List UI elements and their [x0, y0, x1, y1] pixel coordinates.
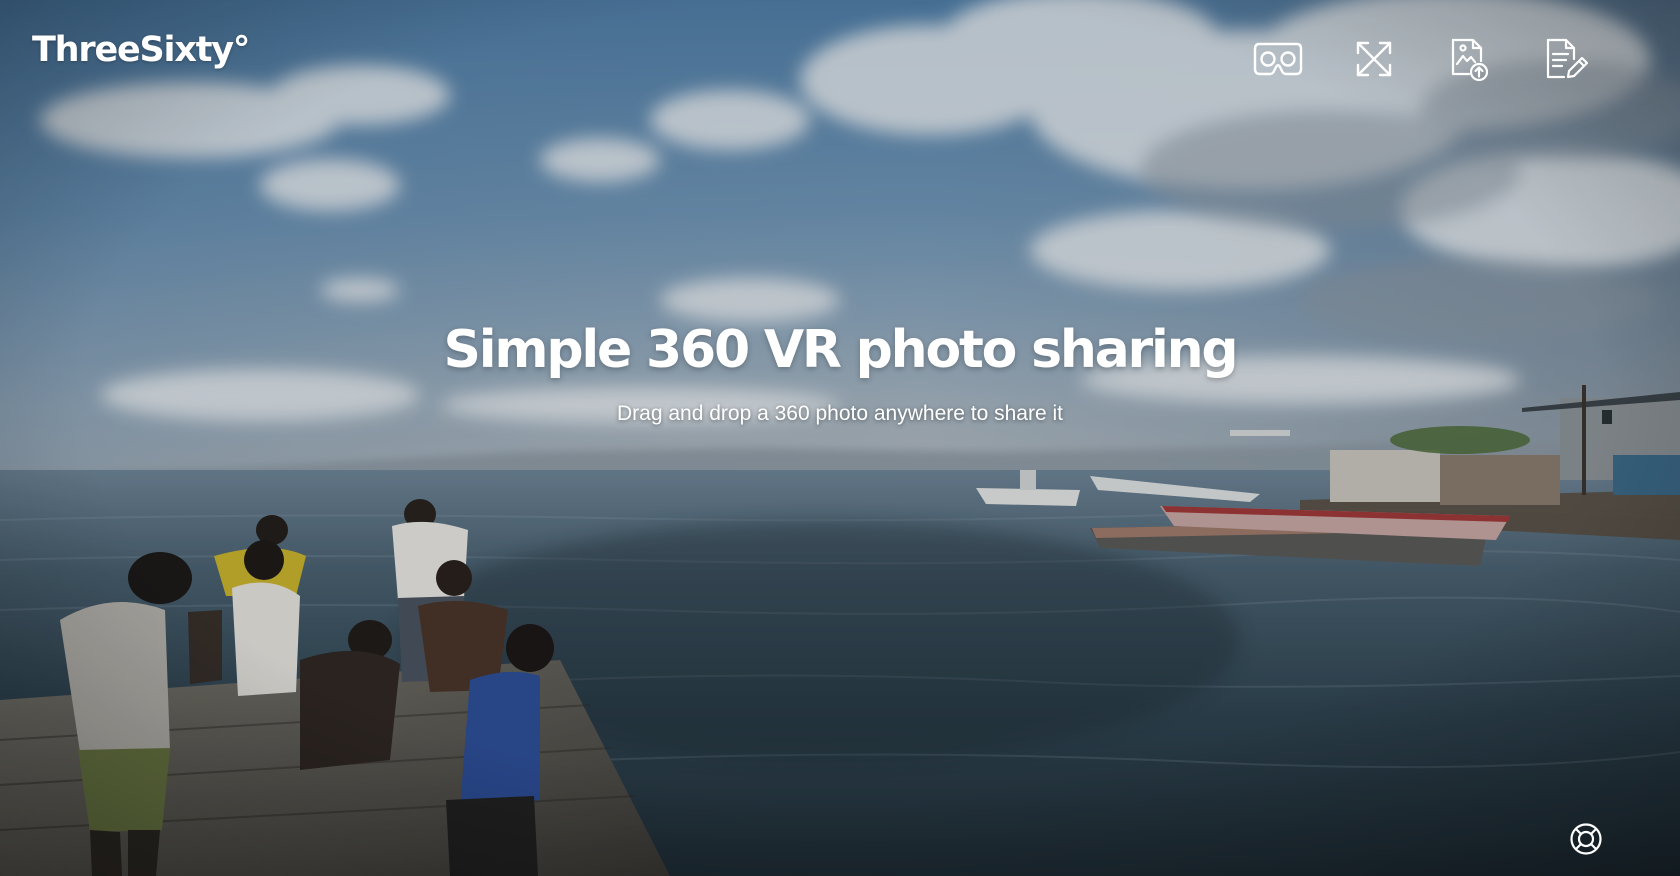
toolbar	[1252, 34, 1592, 84]
upload-photo-button[interactable]	[1444, 34, 1496, 84]
hero-title: Simple 360 VR photo sharing	[443, 320, 1239, 380]
help-button[interactable]	[1569, 822, 1603, 856]
edit-details-button[interactable]	[1540, 34, 1592, 84]
vr-headset-icon	[1253, 40, 1303, 78]
fullscreen-button[interactable]	[1348, 34, 1400, 84]
lifebuoy-icon	[1569, 823, 1603, 860]
edit-document-icon	[1544, 37, 1588, 81]
hero: Simple 360 VR photo sharing Drag and dro…	[0, 320, 1680, 426]
app-logo[interactable]: ThreeSixty°	[32, 33, 250, 68]
panorama-photo[interactable]	[0, 0, 1680, 876]
panorama-viewer[interactable]: ThreeSixty° Simple 360 VR photo sharing …	[0, 0, 1680, 876]
upload-photo-icon	[1449, 37, 1491, 81]
fullscreen-icon	[1355, 40, 1393, 78]
vr-mode-button[interactable]	[1252, 34, 1304, 84]
hero-subtitle: Drag and drop a 360 photo anywhere to sh…	[617, 402, 1063, 425]
